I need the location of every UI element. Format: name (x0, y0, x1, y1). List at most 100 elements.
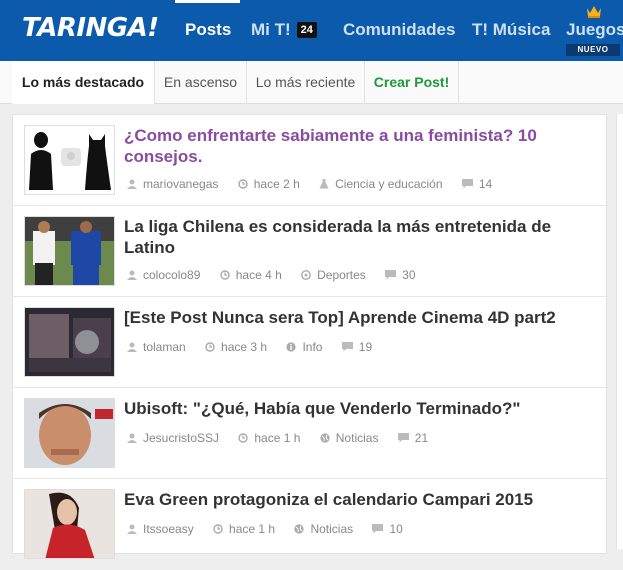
post-category[interactable]: Noticias (320, 431, 379, 445)
user-icon (127, 270, 137, 280)
post-comments[interactable]: 19 (341, 340, 373, 354)
post-category-text: Noticias (335, 431, 379, 445)
user-icon (127, 179, 137, 189)
nav-posts[interactable]: Posts (185, 20, 231, 40)
user-icon (127, 433, 137, 443)
thumbnail-photo (25, 399, 114, 467)
post-thumbnail[interactable] (24, 307, 115, 377)
post-time: hace 1 h (238, 431, 300, 445)
globe-icon (294, 524, 305, 534)
post-title[interactable]: La liga Chilena es considerada la más en… (124, 216, 594, 258)
nuevo-badge: NUEVO (566, 44, 620, 56)
post-author[interactable]: Itssoeasy (127, 522, 194, 536)
user-icon (127, 342, 137, 352)
post-meta: Itssoeasy hace 1 h Noticias 10 (127, 522, 419, 536)
clock-icon (213, 524, 223, 534)
post-meta: JesucristoSSJ hace 1 h Noticias 21 (127, 431, 444, 445)
post-category-text: Noticias (310, 522, 354, 536)
post-time-text: hace 1 h (254, 431, 301, 445)
post-meta: colocolo89 hace 4 h Deportes 30 (127, 268, 432, 282)
post-time: hace 1 h (213, 522, 275, 536)
post-author[interactable]: tolaman (127, 340, 186, 354)
nav-mi-t[interactable]: Mi T! 24 (251, 20, 317, 40)
post-comments-count: 14 (478, 177, 493, 191)
thumbnail-photo (25, 217, 114, 285)
post-author[interactable]: mariovanegas (127, 177, 218, 191)
post-time-text: hace 4 h (235, 268, 282, 282)
comment-icon (385, 270, 397, 280)
post-comments-count: 10 (389, 522, 403, 536)
post-comments-count: 19 (358, 340, 373, 354)
post-category[interactable]: Info (286, 340, 322, 354)
clock-icon (238, 179, 248, 189)
nav-t-musica[interactable]: T! Música (472, 20, 550, 40)
globe-icon (320, 433, 330, 443)
post-title[interactable]: ¿Como enfrentarte sabiamente a una femin… (124, 125, 594, 167)
post-list: ¿Como enfrentarte sabiamente a una femin… (12, 114, 608, 559)
post-time: hace 3 h (205, 340, 267, 354)
post-title[interactable]: [Este Post Nunca sera Top] Aprende Cinem… (124, 307, 594, 328)
nav-comunidades-label: Comunidades (343, 20, 456, 39)
comment-icon (397, 433, 409, 443)
post-author-name: colocolo89 (143, 268, 201, 282)
post-time: hace 2 h (238, 177, 300, 191)
post-title[interactable]: Ubisoft: "¿Qué, Había que Venderlo Termi… (124, 398, 594, 419)
thumbnail-photo (25, 308, 114, 376)
list-item[interactable]: [Este Post Nunca sera Top] Aprende Cinem… (13, 297, 608, 388)
tab-lo-mas-destacado[interactable]: Lo más destacado (12, 61, 155, 104)
nav-t-musica-label: T! Música (472, 20, 551, 39)
post-category-text: Ciencia y educación (335, 177, 443, 191)
list-item[interactable]: ¿Como enfrentarte sabiamente a una femin… (13, 115, 608, 206)
post-thumbnail[interactable] (24, 398, 115, 468)
post-title[interactable]: Eva Green protagoniza el calendario Camp… (124, 489, 594, 510)
clock-icon (238, 433, 249, 443)
taringa-logo[interactable]: TARINGA! (22, 13, 159, 43)
soccer-ball-icon (301, 270, 312, 280)
post-thumbnail[interactable] (24, 125, 115, 195)
tab-en-ascenso[interactable]: En ascenso (155, 61, 247, 104)
nav-juegos[interactable]: Juegos (566, 20, 623, 40)
nav-posts-label: Posts (185, 20, 232, 39)
post-category[interactable]: Ciencia y educación (319, 177, 443, 191)
sidebar-edge (616, 114, 623, 549)
comment-icon (372, 524, 384, 534)
post-time-text: hace 2 h (253, 177, 300, 191)
post-comments[interactable]: 21 (397, 431, 429, 445)
post-comments-count: 21 (414, 431, 429, 445)
crown-icon (587, 6, 601, 18)
nav-comunidades[interactable]: Comunidades (343, 20, 455, 40)
post-comments[interactable]: 10 (372, 522, 403, 536)
post-category[interactable]: Noticias (294, 522, 353, 536)
active-tab-indicator (175, 0, 240, 3)
nav-mi-t-label: Mi T! (251, 20, 291, 39)
post-comments-count: 30 (402, 268, 416, 282)
post-meta: mariovanegas hace 2 h Ciencia y educació… (127, 177, 508, 191)
tab-lo-mas-reciente[interactable]: Lo más reciente (247, 61, 365, 104)
post-comments[interactable]: 14 (461, 177, 493, 191)
post-comments[interactable]: 30 (385, 268, 416, 282)
post-thumbnail[interactable] (24, 216, 115, 286)
post-filter-tabs: Lo más destacado En ascenso Lo más recie… (0, 61, 623, 104)
post-category-text: Info (302, 340, 323, 354)
post-time-text: hace 1 h (229, 522, 276, 536)
post-author[interactable]: JesucristoSSJ (127, 431, 219, 445)
post-author-name: Itssoeasy (143, 522, 194, 536)
post-category[interactable]: Deportes (301, 268, 366, 282)
post-author-name: mariovanegas (143, 177, 219, 191)
flask-icon (319, 179, 329, 189)
comment-icon (461, 179, 473, 189)
thumbnail-illustration (25, 126, 114, 194)
clock-icon (205, 342, 215, 352)
user-icon (127, 524, 137, 534)
list-item[interactable]: Ubisoft: "¿Qué, Había que Venderlo Termi… (13, 388, 608, 479)
post-author[interactable]: colocolo89 (127, 268, 200, 282)
post-author-name: tolaman (143, 340, 186, 354)
post-time-text: hace 3 h (221, 340, 268, 354)
info-icon (286, 342, 297, 352)
notification-count-badge: 24 (296, 22, 317, 38)
post-category-text: Deportes (317, 268, 366, 282)
create-post-button[interactable]: Crear Post! (365, 61, 459, 104)
list-item[interactable]: La liga Chilena es considerada la más en… (13, 206, 608, 297)
list-item[interactable]: Eva Green protagoniza el calendario Camp… (13, 479, 608, 570)
post-meta: tolaman hace 3 h Info 19 (127, 340, 388, 354)
